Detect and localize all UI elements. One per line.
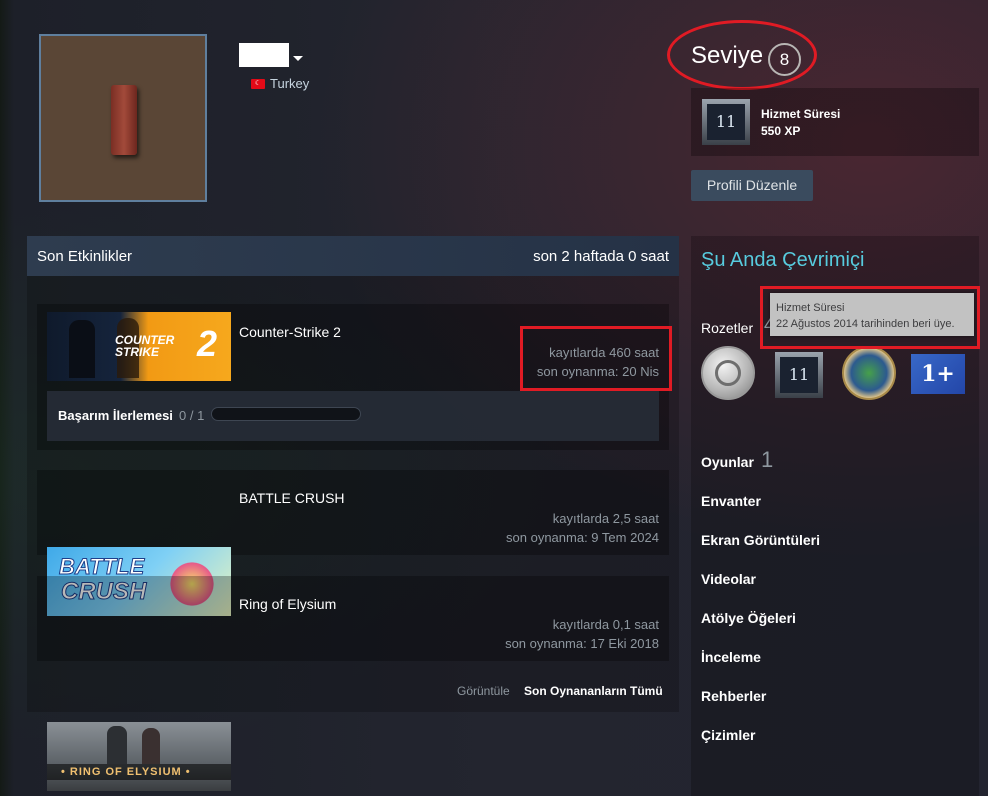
game-name[interactable]: Ring of Elysium — [239, 596, 336, 612]
sidebar-link-workshop[interactable]: Atölye Öğeleri — [701, 610, 796, 626]
achievement-count: 0 / 1 — [179, 408, 205, 423]
sidebar-link-artwork[interactable]: Çizimler — [701, 727, 755, 743]
profile-name-redacted[interactable] — [239, 43, 289, 67]
sidebar-link-reviews[interactable]: İnceleme — [701, 649, 761, 665]
sidebar-link-inventory[interactable]: Envanter — [701, 493, 761, 509]
game-hours: kayıtlarda 0,1 saat — [552, 617, 659, 632]
edit-profile-button[interactable]: Profili Düzenle — [691, 170, 813, 201]
sidebar-link-games[interactable]: Oyunlar — [701, 454, 754, 470]
turkey-flag-icon: ☾ — [251, 79, 265, 89]
name-dropdown-caret-icon[interactable] — [293, 56, 303, 61]
game-last-played: son oynanma: 9 Tem 2024 — [506, 530, 659, 545]
online-status: Şu Anda Çevrimiçi — [701, 249, 865, 271]
profile-avatar[interactable] — [39, 34, 207, 202]
one-plus-badge-icon[interactable]: 1+ — [911, 354, 965, 394]
game-capsule-ring-of-elysium[interactable]: • RING OF ELYSIUM • — [47, 722, 231, 791]
game-capsule-counter-strike-2[interactable]: COUNTER STRIKE 2 — [47, 312, 231, 381]
tooltip-highlight-annotation — [760, 286, 980, 349]
recent-activity-title: Son Etkinlikler — [37, 248, 133, 265]
featured-badge-title: Hizmet Süresi — [761, 107, 841, 121]
achievement-progress-label: Başarım İlerlemesi — [58, 408, 173, 423]
game-collector-badge-icon[interactable] — [842, 346, 896, 400]
years-of-service-badge-icon[interactable]: 11 — [775, 352, 823, 398]
view-all-recent-games-link[interactable]: Son Oynananların Tümü — [524, 684, 663, 698]
sidebar-link-screenshots[interactable]: Ekran Görüntüleri — [701, 532, 820, 548]
profile-country: Turkey — [270, 76, 310, 91]
games-count: 1 — [761, 447, 774, 472]
sidebar-link-guides[interactable]: Rehberler — [701, 688, 766, 704]
recent-activity-summary: son 2 haftada 0 saat — [533, 248, 669, 265]
view-label: Görüntüle — [457, 684, 510, 698]
game-name[interactable]: Counter-Strike 2 — [239, 324, 341, 340]
sidebar-link-videos[interactable]: Videolar — [701, 571, 756, 587]
coin-badge-icon[interactable] — [701, 346, 755, 400]
badges-link[interactable]: Rozetler — [701, 320, 753, 336]
game-last-played: son oynanma: 17 Eki 2018 — [505, 636, 659, 651]
achievement-progress-track — [211, 407, 361, 421]
game-hours: kayıtlarda 2,5 saat — [552, 511, 659, 526]
avatar-image — [111, 85, 137, 155]
hours-highlight-annotation — [520, 326, 672, 391]
featured-badge-xp: 550 XP — [761, 124, 801, 138]
game-name[interactable]: BATTLE CRUSH — [239, 490, 345, 506]
level-highlight-annotation — [667, 20, 817, 90]
years-of-service-badge-icon[interactable]: 11 — [702, 99, 750, 145]
